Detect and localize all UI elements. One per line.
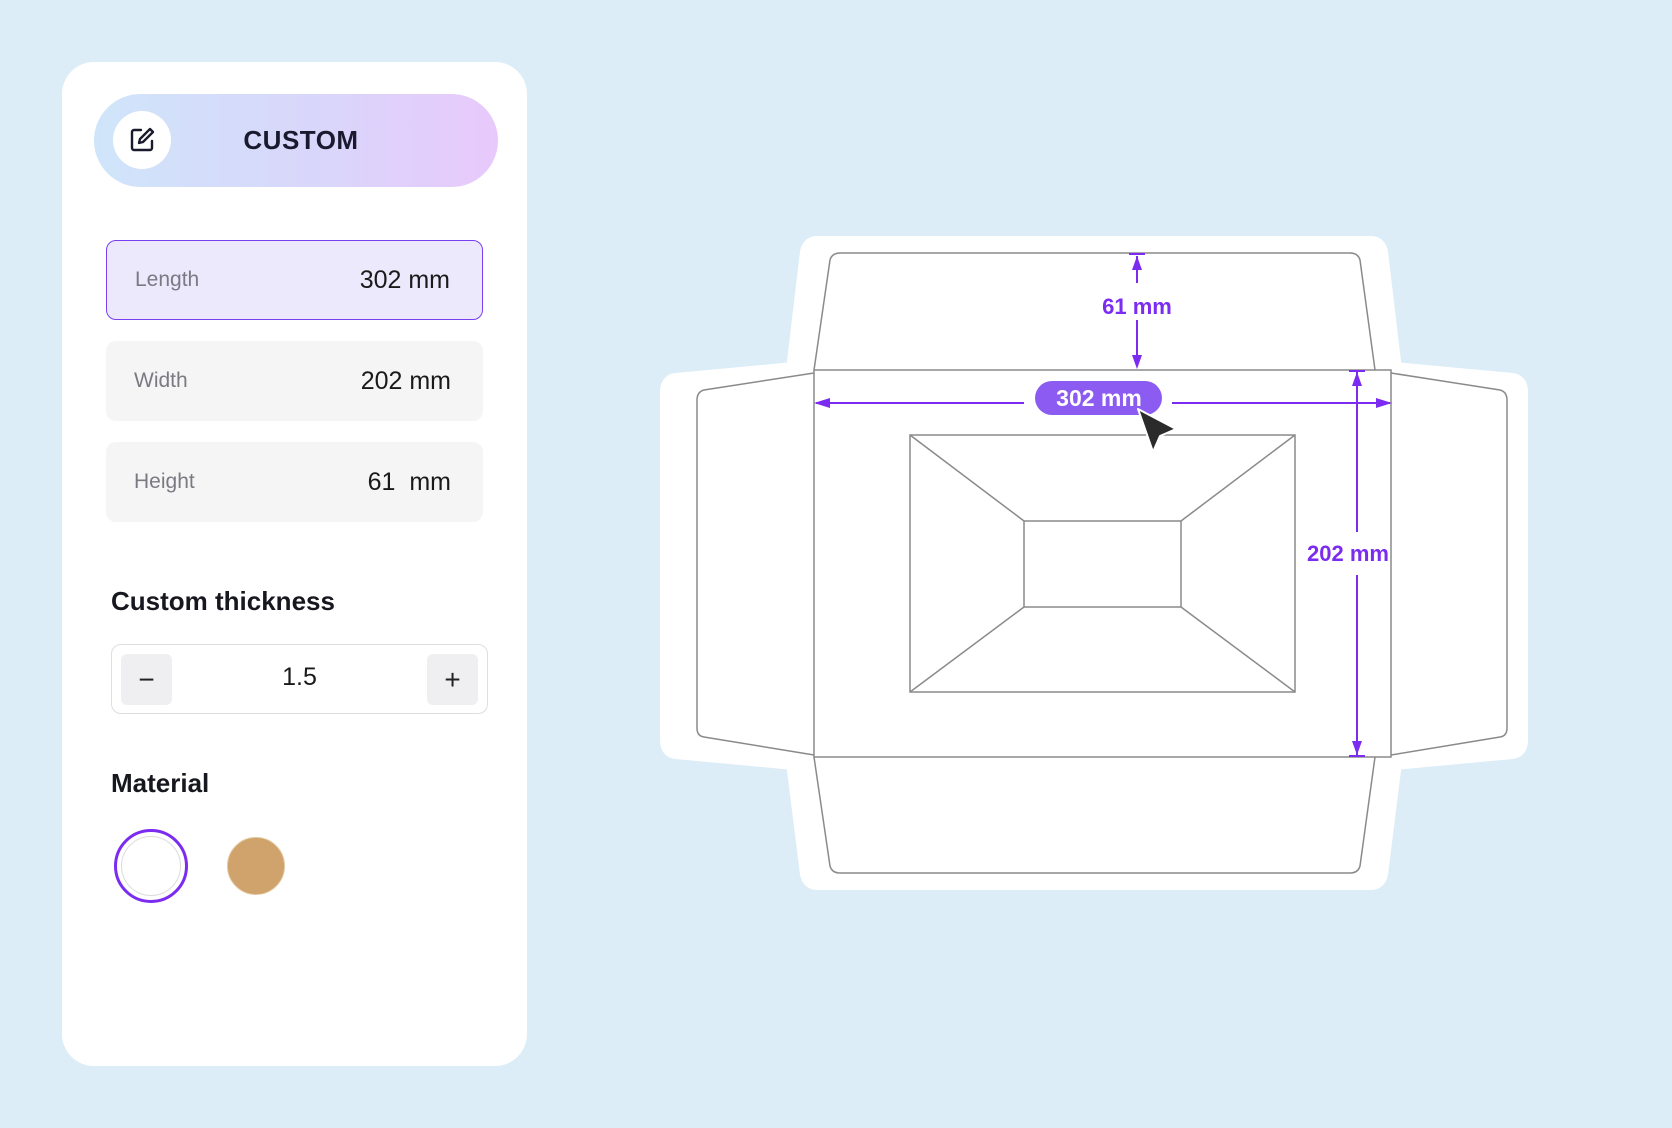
width-dimension-label: 202 mm: [1307, 541, 1389, 566]
length-dimension-badge[interactable]: 302 mm: [1035, 381, 1162, 415]
length-dimension-label: 302 mm: [1056, 385, 1142, 411]
dieline-outline: [660, 236, 1528, 890]
height-dimension-label: 61 mm: [1102, 294, 1172, 319]
dieline-canvas: 61 mm 202 mm 302 mm: [660, 236, 1528, 890]
